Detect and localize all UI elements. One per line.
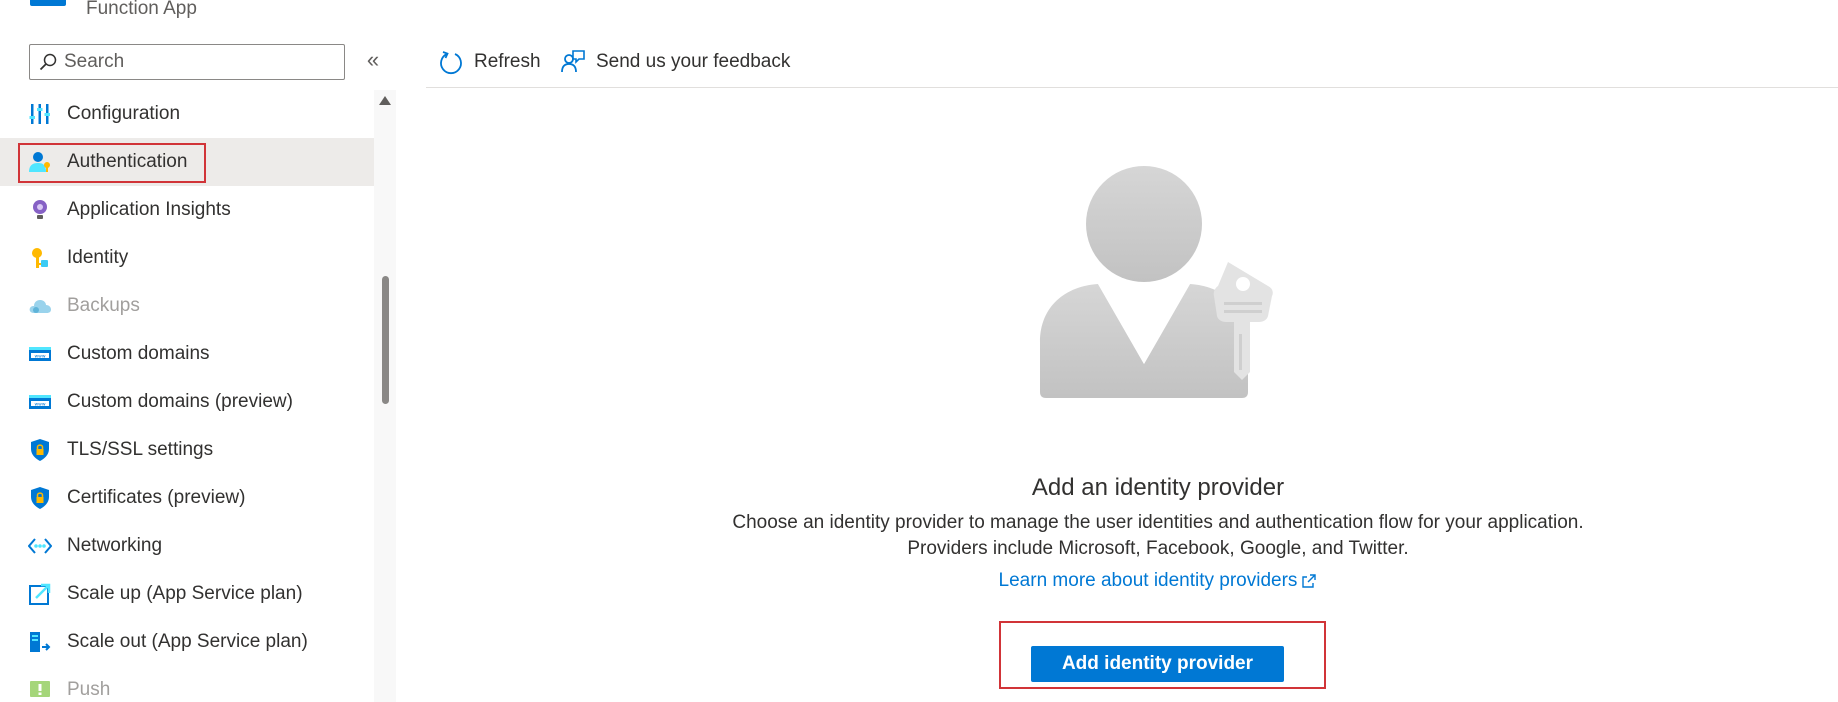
backups-icon xyxy=(29,300,51,313)
sidebar-item-application-insights[interactable]: Application Insights xyxy=(0,186,374,234)
sidebar-item-label: Push xyxy=(67,679,111,700)
sidebar-item-label: Application Insights xyxy=(67,199,231,220)
scroll-up-arrow-icon[interactable] xyxy=(379,96,391,105)
feedback-icon xyxy=(561,50,585,73)
search-icon xyxy=(39,53,57,71)
sidebar-item-backups[interactable]: Backups xyxy=(0,282,374,330)
custom-domains-icon: www xyxy=(29,395,51,409)
sidebar-item-custom-domains-preview[interactable]: www Custom domains (preview) xyxy=(0,378,374,426)
empty-state-description-providers: Providers include Microsoft, Facebook, G… xyxy=(907,538,1409,559)
custom-domains-icon: www xyxy=(29,347,51,361)
app-logo-icon xyxy=(30,0,66,6)
scroll-thumb[interactable] xyxy=(382,276,389,404)
identity-icon xyxy=(32,248,48,268)
sidebar-item-label: Authentication xyxy=(67,151,188,172)
sidebar-item-custom-domains[interactable]: www Custom domains xyxy=(0,330,374,378)
sidebar-item-label: Identity xyxy=(67,247,129,268)
search-input[interactable] xyxy=(64,51,334,73)
empty-state-description: Choose an identity provider to manage th… xyxy=(732,512,1584,533)
refresh-icon xyxy=(440,51,462,74)
svg-text:www: www xyxy=(34,403,45,408)
scale-out-icon xyxy=(30,632,51,652)
sidebar-item-identity[interactable]: Identity xyxy=(0,234,374,282)
external-link-icon xyxy=(1302,574,1317,588)
sidebar-scrollbar[interactable] xyxy=(374,90,396,702)
sidebar-item-label: Custom domains xyxy=(67,343,210,364)
sidebar-item-label: TLS/SSL settings xyxy=(67,439,214,460)
learn-more-label: Learn more about identity providers xyxy=(998,570,1298,591)
search-box[interactable] xyxy=(29,44,345,80)
sidebar-item-scale-out[interactable]: Scale out (App Service plan) xyxy=(0,618,374,666)
sidebar-item-label: Custom domains (preview) xyxy=(67,391,293,412)
refresh-label: Refresh xyxy=(474,51,541,72)
sidebar: « Configuration Authentication xyxy=(0,30,396,702)
sidebar-nav: Configuration Authentication Application… xyxy=(0,90,374,702)
refresh-button[interactable]: Refresh xyxy=(438,46,541,78)
sidebar-item-tls-ssl-settings[interactable]: TLS/SSL settings xyxy=(0,426,374,474)
command-bar: Refresh Send us your feedback xyxy=(426,36,1838,88)
configuration-icon xyxy=(29,104,50,124)
svg-text:www: www xyxy=(34,355,45,360)
empty-state-title: Add an identity provider xyxy=(1031,474,1285,501)
sidebar-item-authentication[interactable]: Authentication xyxy=(0,138,374,186)
sidebar-item-label: Configuration xyxy=(67,103,181,124)
add-identity-provider-button[interactable]: Add identity provider xyxy=(1031,646,1284,682)
shield-lock-icon xyxy=(31,439,49,461)
application-insights-icon xyxy=(33,200,47,219)
sidebar-item-label: Backups xyxy=(67,295,140,316)
sidebar-item-push[interactable]: Push xyxy=(0,666,374,702)
identity-provider-illustration xyxy=(1040,166,1273,398)
sidebar-item-configuration[interactable]: Configuration xyxy=(0,90,374,138)
authentication-icon xyxy=(29,152,50,172)
learn-more-link[interactable]: Learn more about identity providers xyxy=(0,570,1838,592)
feedback-button[interactable]: Send us your feedback xyxy=(560,46,790,78)
app-subtitle: Function App xyxy=(86,0,197,19)
push-icon xyxy=(30,681,50,697)
feedback-label: Send us your feedback xyxy=(596,51,791,72)
collapse-sidebar-icon[interactable]: « xyxy=(362,49,384,72)
sidebar-item-label: Scale out (App Service plan) xyxy=(67,631,308,652)
